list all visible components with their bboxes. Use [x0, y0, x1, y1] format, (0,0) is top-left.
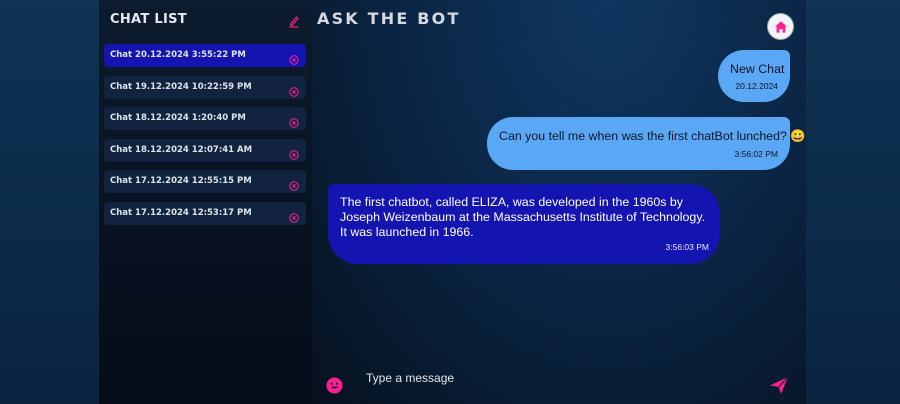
- close-circle-icon[interactable]: [289, 113, 299, 128]
- chat-list-item[interactable]: Chat 20.12.2024 3:55:22 PM: [104, 44, 306, 67]
- page-margin-left: [0, 0, 99, 404]
- message-timestamp: 3:56:02 PM: [734, 149, 778, 159]
- chat-list: Chat 20.12.2024 3:55:22 PM Chat 19.12.20…: [104, 44, 306, 234]
- message-input[interactable]: [366, 368, 746, 388]
- message-text: Can you tell me when was the first chatB…: [499, 129, 806, 143]
- sidebar-title: CHAT LIST: [110, 12, 187, 27]
- chat-list-item[interactable]: Chat 17.12.2024 12:53:17 PM: [104, 201, 306, 225]
- message-text: The first chatbot, called ELIZA, was dev…: [340, 195, 706, 239]
- home-button[interactable]: [767, 13, 794, 40]
- chat-item-label: Chat 19.12.2024 10:22:59 PM: [110, 81, 252, 92]
- message-timestamp: 20.12.2024: [735, 81, 778, 91]
- chat-list-item[interactable]: Chat 18.12.2024 1:20:40 PM: [104, 107, 306, 131]
- user-message: New Chat 20.12.2024: [718, 50, 790, 102]
- chat-panel: ASK THE BOT New Chat 20.12.2024 Can you …: [312, 0, 806, 404]
- chat-item-label: Chat 17.12.2024 12:55:15 PM: [110, 176, 252, 187]
- user-message: Can you tell me when was the first chatB…: [487, 117, 806, 170]
- chat-sidebar: CHAT LIST Chat 20.12.2024 3:55:22 PM Cha…: [99, 0, 312, 404]
- chat-list-item[interactable]: Chat 18.12.2024 12:07:41 AM: [104, 138, 306, 162]
- message-timestamp: 3:56:03 PM: [665, 242, 709, 252]
- close-circle-icon[interactable]: [289, 50, 299, 65]
- edit-icon[interactable]: [288, 13, 300, 28]
- chat-item-label: Chat 18.12.2024 1:20:40 PM: [110, 113, 246, 124]
- page-margin-right: [806, 0, 900, 404]
- page-title: ASK THE BOT: [317, 9, 461, 28]
- close-circle-icon[interactable]: [289, 176, 299, 192]
- chat-item-label: Chat 20.12.2024 3:55:22 PM: [110, 50, 246, 60]
- smiley-icon[interactable]: [326, 377, 343, 394]
- home-icon: [775, 21, 787, 33]
- chat-list-item[interactable]: Chat 17.12.2024 12:55:15 PM: [104, 170, 306, 194]
- close-circle-icon[interactable]: [289, 208, 299, 223]
- message-text: New Chat: [730, 62, 785, 76]
- bot-message: The first chatbot, called ELIZA, was dev…: [328, 184, 720, 264]
- close-circle-icon[interactable]: [289, 145, 299, 160]
- send-icon[interactable]: [769, 376, 789, 395]
- chat-item-label: Chat 18.12.2024 12:07:41 AM: [110, 144, 253, 155]
- close-circle-icon[interactable]: [289, 82, 299, 97]
- chat-list-item[interactable]: Chat 19.12.2024 10:22:59 PM: [104, 75, 306, 99]
- chat-item-label: Chat 17.12.2024 12:53:17 PM: [110, 207, 252, 218]
